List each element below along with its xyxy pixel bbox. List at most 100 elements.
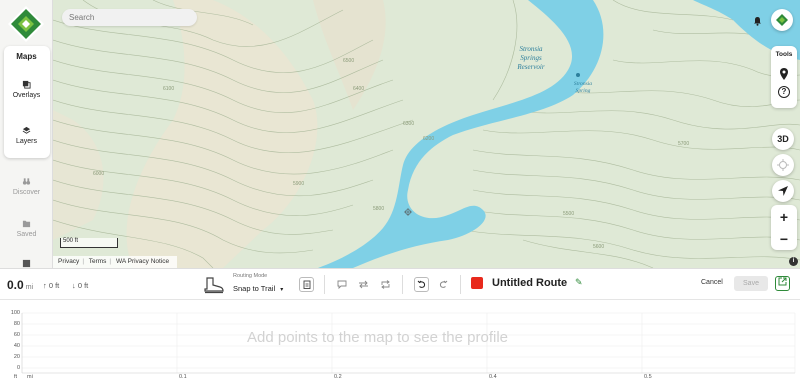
map-scale-bar: 500 ft: [60, 238, 118, 248]
toolbar-divider: [402, 275, 403, 294]
contour-label: 5500: [563, 211, 574, 217]
elevation-profile: 100 80 60 40 20 0 ft mi 0.1 0.2 0.4 0.5 …: [0, 301, 800, 389]
location-pin-icon[interactable]: [779, 67, 789, 80]
contour-label: 5600: [593, 244, 604, 250]
terms-link[interactable]: Terms: [89, 258, 107, 265]
contour-label: 6300: [403, 121, 414, 127]
rail-item-label: Layers: [15, 138, 37, 145]
clipboard-icon: [303, 280, 310, 289]
lake-label-1: Stronsia: [519, 45, 543, 53]
export-button[interactable]: [775, 276, 790, 291]
elevation-gain: ↑ 0 ft: [43, 281, 59, 290]
lake-label-3: Reservoir: [516, 63, 544, 71]
contour-label: 5800: [373, 206, 384, 212]
contour-label: 6000: [93, 171, 104, 177]
folder-icon: [22, 220, 31, 228]
undo-button[interactable]: [414, 277, 429, 292]
x-tick: 0.4: [489, 374, 497, 380]
scale-label: 500 ft: [63, 238, 79, 244]
loop-route-button[interactable]: [378, 277, 393, 292]
x-tick: 0.5: [644, 374, 652, 380]
route-toolbar: 0.0 mi ↑ 0 ft ↓ 0 ft Routing Mode Snap to…: [0, 268, 800, 300]
tools-panel: Tools ?: [771, 46, 797, 108]
contour-label: 6100: [163, 86, 174, 92]
info-icon[interactable]: i: [789, 257, 798, 266]
wa-privacy-link[interactable]: WA Privacy Notice: [116, 258, 169, 265]
gaia-logo-icon[interactable]: [6, 4, 46, 44]
route-notes-button[interactable]: [299, 277, 314, 292]
account-avatar[interactable]: [771, 9, 793, 31]
contour-label: 6200: [423, 136, 434, 142]
reverse-route-button[interactable]: [356, 277, 371, 292]
search-input[interactable]: Search: [62, 9, 197, 26]
y-tick: 40: [13, 343, 20, 349]
route-color-swatch[interactable]: [471, 277, 483, 289]
waypoint-button[interactable]: [334, 277, 349, 292]
zoom-out-button[interactable]: −: [771, 229, 797, 249]
y-tick: 20: [13, 354, 20, 360]
rail-item-discover[interactable]: Discover: [0, 177, 53, 196]
map-canvas[interactable]: Stronsia Springs Reservoir Stronsia Spri…: [53, 0, 800, 268]
gain-value: 0 ft: [48, 281, 60, 290]
spring-label-1: Stronsia: [574, 81, 592, 87]
rail-item-layers[interactable]: Layers: [0, 126, 53, 145]
y-unit: ft: [14, 374, 18, 380]
rail-item-saved[interactable]: Saved: [0, 219, 53, 238]
app-root: Maps Overlays Layers Discover Saved Stro…: [0, 0, 800, 389]
x-tick: 0.1: [179, 374, 187, 380]
notification-bell-icon[interactable]: [753, 13, 762, 26]
gaia-avatar-icon: [776, 14, 788, 26]
routing-mode-select[interactable]: Snap to Trail ▾: [233, 284, 283, 293]
contour-label: 5900: [293, 181, 304, 187]
rail-item-label: Overlays: [12, 92, 41, 99]
privacy-link[interactable]: Privacy: [58, 258, 79, 265]
redo-button[interactable]: [436, 277, 451, 292]
elevation-loss: ↓ 0 ft: [72, 281, 88, 290]
toolbar-divider: [460, 275, 461, 294]
external-link-icon: [778, 277, 787, 286]
toolbar-divider: [324, 275, 325, 294]
arrow-down-icon: ↓: [72, 281, 76, 290]
y-tick: 0: [16, 365, 20, 371]
route-name[interactable]: Untitled Route: [492, 277, 567, 289]
redo-icon: [439, 280, 448, 288]
binoculars-icon: [22, 178, 31, 185]
contour-label: 6500: [343, 58, 354, 64]
compass-button[interactable]: [772, 180, 794, 202]
zoom-in-button[interactable]: +: [771, 207, 797, 227]
route-distance: 0.0 mi: [7, 278, 33, 292]
left-rail: Maps Overlays Layers Discover Saved: [0, 0, 53, 268]
profile-empty-message: Add points to the map to see the profile: [247, 329, 508, 346]
swap-arrows-icon: [359, 280, 368, 289]
spring-marker-icon: [576, 73, 580, 77]
y-tick: 80: [13, 321, 20, 327]
rail-maps-title: Maps: [16, 52, 37, 61]
routing-mode-label: Routing Mode: [233, 273, 268, 279]
loss-value: 0 ft: [77, 281, 89, 290]
x-unit: mi: [27, 374, 33, 380]
cancel-button[interactable]: Cancel: [701, 279, 723, 286]
tools-label: Tools: [775, 51, 793, 58]
distance-unit: mi: [25, 284, 34, 291]
lake-label-2: Springs: [520, 54, 542, 62]
x-tick: 0.2: [334, 374, 342, 380]
y-tick: 100: [10, 310, 20, 316]
rail-item-overlays[interactable]: Overlays: [0, 80, 53, 99]
rail-item-label: Discover: [12, 189, 41, 196]
edit-name-pencil-icon[interactable]: ✎: [575, 277, 583, 288]
zoom-controls: + −: [771, 205, 797, 250]
distance-value: 0.0: [7, 278, 24, 292]
save-button[interactable]: Save: [734, 276, 768, 291]
contour-label: 5700: [678, 141, 689, 147]
toggle-3d-button[interactable]: 3D: [772, 128, 794, 150]
navigation-arrow-icon: [778, 186, 788, 196]
help-icon[interactable]: ?: [778, 86, 790, 98]
loop-arrows-icon: [381, 280, 390, 289]
locate-button[interactable]: [772, 154, 794, 176]
undo-icon: [417, 280, 426, 288]
layers-icon: [22, 126, 31, 134]
calendar-icon: [22, 259, 31, 268]
y-tick: 60: [13, 332, 20, 338]
hiking-boot-icon: [204, 277, 224, 294]
rail-item-label: Saved: [16, 231, 37, 238]
